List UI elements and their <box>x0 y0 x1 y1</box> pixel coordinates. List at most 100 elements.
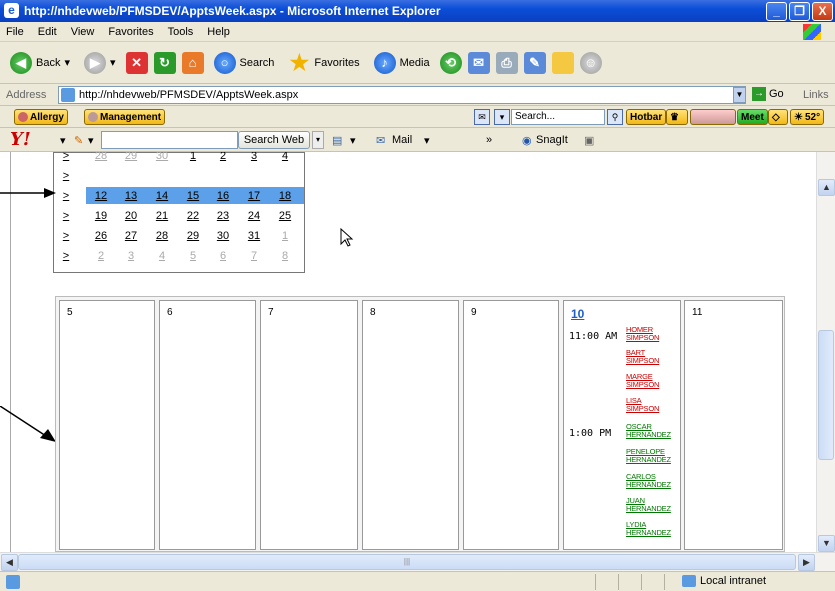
yahoo-logo[interactable]: Y! <box>10 129 31 150</box>
calendar-day-link[interactable]: 8 <box>274 250 296 262</box>
faces-icon[interactable] <box>690 109 736 125</box>
calendar-day-link[interactable]: 5 <box>90 170 112 182</box>
menu-help[interactable]: Help <box>207 26 230 38</box>
calendar-day-link[interactable]: 10 <box>243 170 265 182</box>
calendar-day-link[interactable]: 9 <box>212 170 234 182</box>
calendar-day-link[interactable]: 1 <box>182 152 204 162</box>
calendar-day-link[interactable]: 21 <box>151 210 173 222</box>
pencil-dropdown-icon[interactable]: ▾ <box>88 134 94 147</box>
day-cell-7[interactable]: 11 <box>684 300 783 550</box>
appt-oscar-hernandez[interactable]: OSCAR HERNANDEZ <box>626 423 671 439</box>
allergy-button[interactable]: Allergy <box>14 109 68 125</box>
scroll-left-icon[interactable]: ◀ <box>1 554 18 571</box>
search-dropdown-icon[interactable]: ▾ <box>494 109 510 125</box>
yahoo-search-input[interactable] <box>101 131 238 149</box>
calendar-day-link[interactable]: 29 <box>120 152 142 162</box>
yahoo-dropdown-icon[interactable]: ▾ <box>60 134 66 147</box>
smiley-icon[interactable]: ◇ <box>768 109 788 125</box>
day-cell-3[interactable]: 7 <box>260 300 358 550</box>
links-label[interactable]: Links <box>803 89 829 101</box>
vertical-scrollbar[interactable]: ▲ ▼ <box>816 152 835 552</box>
close-button[interactable]: X <box>812 2 833 21</box>
calendar-day-link[interactable]: 17 <box>243 190 265 202</box>
bookmark-icon[interactable]: ▤ <box>332 134 342 147</box>
history-icon[interactable]: ⟲ <box>439 51 462 74</box>
calendar-day-link[interactable]: 3 <box>120 250 142 262</box>
favorites-button[interactable]: ★ Favorites <box>284 50 363 76</box>
calendar-day-link[interactable]: 30 <box>151 152 173 162</box>
week-select-link[interactable]: > <box>60 170 72 182</box>
calendar-day-link[interactable]: 30 <box>212 230 234 242</box>
more-chevron-icon[interactable]: » <box>486 134 492 146</box>
calendar-day-link[interactable]: 2 <box>90 250 112 262</box>
calendar-day-link[interactable]: 5 <box>182 250 204 262</box>
toolbar-search-icon[interactable]: ⚲ <box>607 109 623 125</box>
calendar-day-link[interactable]: 12 <box>90 190 112 202</box>
horizontal-scrollbar[interactable]: ◀ ||| ▶ <box>0 552 835 571</box>
address-input[interactable]: http://nhdevweb/PFMSDEV/ApptsWeek.aspx <box>58 86 746 104</box>
pencil-icon[interactable]: ✎ <box>74 134 83 147</box>
calendar-day-link[interactable]: 7 <box>243 250 265 262</box>
search-web-dropdown-icon[interactable]: ▾ <box>312 131 324 149</box>
horizontal-scroll-thumb[interactable]: ||| <box>18 554 796 570</box>
day-cell-2[interactable]: 6 <box>159 300 256 550</box>
calendar-day-link[interactable]: 4 <box>151 250 173 262</box>
week-select-link[interactable]: > <box>60 190 72 202</box>
appt-juan-hernandez[interactable]: JUAN HERNANDEZ <box>626 497 671 513</box>
weather-button[interactable]: ☀ 52° <box>790 109 825 125</box>
scroll-up-icon[interactable]: ▲ <box>818 179 835 196</box>
calendar-day-link[interactable]: 31 <box>243 230 265 242</box>
calendar-day-link[interactable]: 13 <box>120 190 142 202</box>
crown-icon[interactable]: ♛ <box>666 109 688 125</box>
calendar-day-link[interactable]: 25 <box>274 210 296 222</box>
scroll-down-icon[interactable]: ▼ <box>818 535 835 552</box>
calendar-day-link[interactable]: 29 <box>182 230 204 242</box>
yahoo-mail-label[interactable]: Mail <box>392 134 412 146</box>
menu-tools[interactable]: Tools <box>168 26 194 38</box>
calendar-day-link[interactable]: 26 <box>90 230 112 242</box>
search-web-button[interactable]: Search Web <box>238 131 310 149</box>
calendar-day-link[interactable]: 6 <box>212 250 234 262</box>
snagit-label[interactable]: SnagIt <box>536 134 568 146</box>
print-icon[interactable]: ⎙ <box>495 51 518 74</box>
calendar-day-link[interactable]: 4 <box>274 152 296 162</box>
calendar-day-link[interactable]: 2 <box>212 152 234 162</box>
mail-icon[interactable]: ✉ <box>467 51 490 74</box>
meet-button[interactable]: Meet <box>737 109 768 125</box>
week-select-link[interactable]: > <box>60 230 72 242</box>
toolbar-search-input[interactable]: Search... <box>511 109 605 125</box>
snagit-capture-icon[interactable]: ▣ <box>584 134 594 147</box>
search-button[interactable]: ○ Search <box>210 50 279 76</box>
menu-edit[interactable]: Edit <box>38 26 57 38</box>
appt-lisa-simpson[interactable]: LISA SIMPSON <box>626 397 659 413</box>
back-button[interactable]: ◀ Back ▾ <box>6 50 74 76</box>
calendar-day-link[interactable]: 22 <box>182 210 204 222</box>
day-cell-today[interactable]: 10 11:00 AM HOMER SIMPSON BART SIMPSON MAR… <box>563 300 681 550</box>
email-icon[interactable]: ✉ <box>474 109 490 125</box>
calendar-day-link[interactable]: 24 <box>243 210 265 222</box>
calendar-day-link[interactable]: 23 <box>212 210 234 222</box>
edit-icon[interactable]: ✎ <box>523 51 546 74</box>
mail-envelope-icon[interactable]: ✉ <box>376 134 385 147</box>
media-button[interactable]: ♪ Media <box>370 50 434 76</box>
mail-dropdown-icon[interactable]: ▾ <box>424 134 430 147</box>
calendar-day-link[interactable]: 11 <box>274 170 296 182</box>
menu-file[interactable]: File <box>6 26 24 38</box>
day-cell-5[interactable]: 9 <box>463 300 559 550</box>
refresh-icon[interactable]: ↻ <box>153 51 176 74</box>
calendar-day-link[interactable]: 19 <box>90 210 112 222</box>
calendar-day-link[interactable]: 20 <box>120 210 142 222</box>
appt-homer-simpson[interactable]: HOMER SIMPSON <box>626 326 659 342</box>
calendar-day-link[interactable]: 16 <box>212 190 234 202</box>
home-icon[interactable]: ⌂ <box>181 51 204 74</box>
bookmark-dropdown-icon[interactable]: ▾ <box>350 134 356 147</box>
management-button[interactable]: Management <box>84 109 166 125</box>
calendar-day-link[interactable]: 27 <box>120 230 142 242</box>
calendar-day-link[interactable]: 7 <box>151 170 173 182</box>
forward-button[interactable]: ▶ ▾ <box>80 50 120 76</box>
calendar-day-link[interactable]: 28 <box>90 152 112 162</box>
appt-bart-simpson[interactable]: BART SIMPSON <box>626 349 659 365</box>
snagit-icon[interactable]: ◉ <box>522 134 532 147</box>
go-button[interactable]: → Go <box>752 87 784 101</box>
messenger-icon[interactable]: ☺ <box>579 51 602 74</box>
